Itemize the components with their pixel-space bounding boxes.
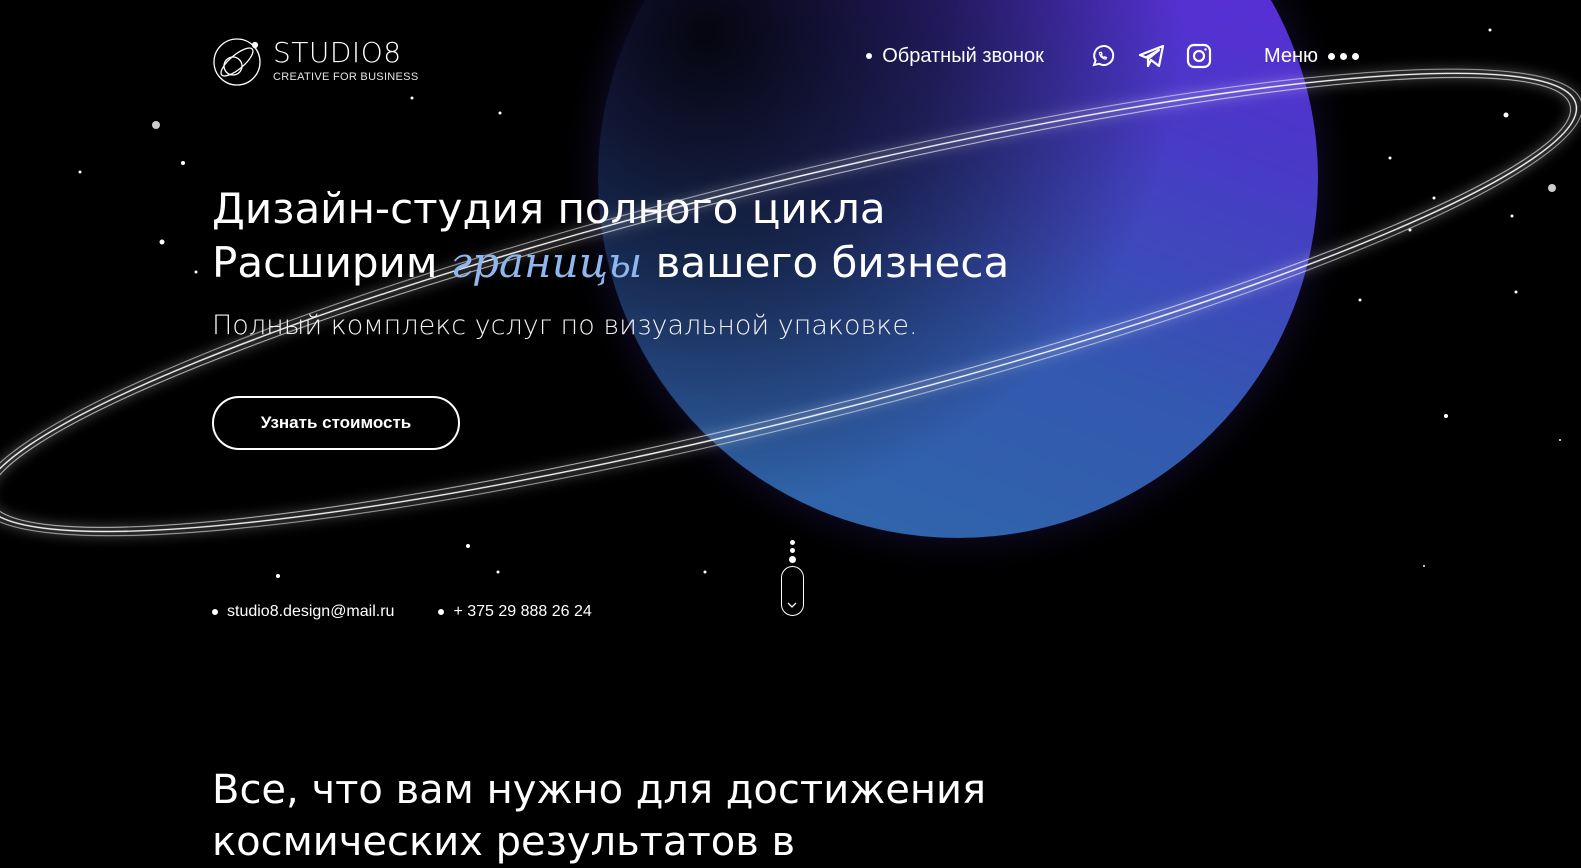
email-link[interactable]: studio8.design@mail.ru (212, 603, 394, 621)
bullet-dot (212, 609, 218, 615)
hero-title-line1: Дизайн-студия полного цикла (212, 184, 886, 233)
brand-logo[interactable]: STUDIO8 CREATIVE FOR BUSINESS (211, 34, 418, 86)
email-text: studio8.design@mail.ru (227, 603, 395, 620)
telegram-icon[interactable] (1138, 43, 1165, 69)
hero-title-line2-start: Расширим (212, 238, 438, 287)
section-title-line1: Все, что вам нужно для достижения (212, 767, 987, 813)
bullet-dot (438, 609, 445, 615)
orbit-logo-icon (211, 34, 263, 86)
more-dots-icon (1328, 52, 1359, 60)
site-header: STUDIO8 CREATIVE FOR BUSINESS Обратный з… (211, 30, 1359, 90)
menu-label: Меню (1263, 44, 1318, 67)
brand-name: STUDIO8 (273, 35, 402, 69)
social-links (1090, 43, 1212, 69)
whatsapp-icon[interactable] (1090, 43, 1116, 69)
hero-title-line2-end: вашего бизнеса (655, 238, 1010, 287)
brand-tagline: CREATIVE FOR BUSINESS (273, 70, 419, 83)
hero-subtitle: Полный комплекс услуг по визуальной упак… (212, 310, 918, 341)
hero-title-accent: границы (450, 238, 643, 287)
bullet-dot (866, 53, 873, 59)
contact-info: studio8.design@mail.ru + 375 29 888 26 2… (212, 603, 592, 621)
hero-section: Дизайн-студия полного цикла Расширим гра… (212, 182, 1009, 341)
section-title: Все, что вам нужно для достижения космич… (212, 764, 986, 868)
menu-button[interactable]: Меню (1264, 45, 1359, 68)
get-price-button[interactable]: Узнать стоимость (212, 396, 460, 450)
scroll-down-icon[interactable] (780, 540, 805, 616)
hero-title: Дизайн-студия полного цикла Расширим гра… (212, 182, 1009, 290)
phone-link[interactable]: + 375 29 888 26 24 (438, 603, 592, 621)
instagram-icon[interactable] (1186, 43, 1212, 69)
section-title-line2: космических результатов в (212, 819, 796, 865)
callback-label: Обратный звонок (882, 44, 1044, 67)
phone-text: + 375 29 888 26 24 (453, 603, 592, 620)
callback-link[interactable]: Обратный звонок (866, 45, 1044, 68)
header-nav: Обратный звонок Меню (866, 43, 1359, 69)
